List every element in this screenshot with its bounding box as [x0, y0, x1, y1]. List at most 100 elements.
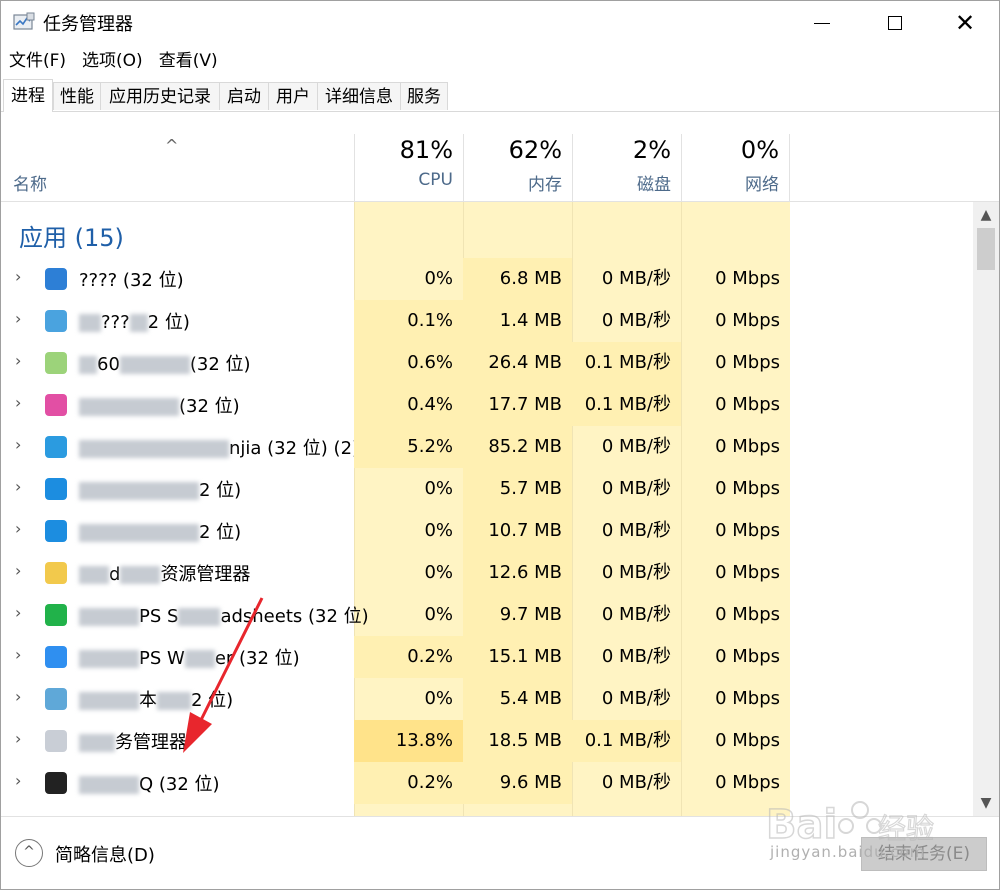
scroll-thumb[interactable] [977, 228, 995, 270]
cell-cpu: 0.1% [354, 300, 463, 342]
chevron-right-icon[interactable]: › [15, 771, 29, 791]
process-name: (32 位) [79, 392, 240, 418]
process-name: njia (32 位) (2) [79, 434, 359, 460]
chevron-right-icon[interactable]: › [15, 561, 29, 581]
process-name: d 资源管理器 [79, 560, 250, 586]
cell-net: 0 Mbps [715, 520, 780, 541]
process-name: PS W er (32 位) [79, 644, 300, 670]
close-icon: ✕ [954, 9, 976, 37]
table-row[interactable]: › 60 (32 位) 0.6% 26.4 MB 0.1 MB/秒 0 Mbps [1, 342, 973, 384]
watermark-brand: Bai [766, 802, 837, 848]
table-row[interactable]: › PS S adsheets (32 位) 0% 9.7 MB 0 MB/秒 0 Mbps [1, 594, 973, 636]
cell-disk: 0 MB/秒 [601, 478, 671, 499]
tab-details[interactable]: 详细信息 [317, 82, 401, 110]
table-row[interactable]: › njia (32 位) (2) 5.2% 85.2 MB 0 MB/秒 0 Mbps [1, 426, 973, 468]
process-name-text: (32 位) [179, 396, 240, 417]
table-row[interactable]: ›??? 2 位) 0.1% 1.4 MB 0 MB/秒 0 Mbps [1, 300, 973, 342]
process-name-text: 资源管理器 [160, 564, 251, 585]
table-row[interactable]: › ???? (32 位) 0% 6.8 MB 0 MB/秒 0 Mbps [1, 258, 973, 300]
menu-view[interactable]: 查看(V) [151, 46, 226, 76]
column-header-name[interactable]: 名称 [13, 170, 47, 195]
chevron-right-icon[interactable]: › [15, 519, 29, 539]
process-name-text: (32 位) [189, 354, 251, 375]
cell-mem: 9.7 MB [463, 594, 572, 636]
maximize-button[interactable] [860, 1, 930, 45]
tab-performance[interactable]: 性能 [53, 82, 101, 110]
app-icon [45, 772, 67, 794]
process-name: Q (32 位) [79, 770, 220, 796]
table-row[interactable]: › d 资源管理器 0% 12.6 MB 0 MB/秒 0 Mbps [1, 552, 973, 594]
chevron-right-icon[interactable]: › [15, 351, 29, 371]
tab-startup[interactable]: 启动 [219, 82, 269, 110]
column-header-cpu[interactable]: 81% CPU [354, 134, 463, 201]
cell-mem: 6.8 MB [463, 258, 572, 300]
process-name-text: 60 [97, 354, 120, 375]
chevron-right-icon[interactable]: › [15, 267, 29, 287]
minimize-button[interactable] [787, 1, 857, 45]
cell-disk: 0 MB/秒 [601, 772, 671, 793]
chevron-right-icon[interactable]: › [15, 645, 29, 665]
redacted-text [79, 734, 115, 752]
chevron-right-icon[interactable]: › [15, 393, 29, 413]
task-manager-window: 任务管理器 ✕ 文件(F) 选项(O) 查看(V) 进程 性能 应用历史记录 启… [0, 0, 1000, 890]
cell-net: 0 Mbps [715, 436, 780, 457]
app-icon [45, 646, 67, 668]
table-row[interactable]: › 2 位) 0% 5.7 MB 0 MB/秒 0 Mbps [1, 468, 973, 510]
fewer-details-link[interactable]: 简略信息(D) [55, 841, 155, 867]
chevron-right-icon[interactable]: › [15, 687, 29, 707]
process-list[interactable]: 应用 (15) › ???? (32 位) 0% 6.8 MB 0 MB/秒 0 Mbps… [1, 202, 999, 816]
chevron-right-icon[interactable]: › [15, 435, 29, 455]
scroll-down-icon[interactable]: ▼ [973, 790, 999, 816]
tab-users[interactable]: 用户 [268, 82, 318, 110]
close-button[interactable]: ✕ [930, 1, 999, 45]
cell-net: 0 Mbps [715, 688, 780, 709]
tab-processes[interactable]: 进程 [3, 79, 53, 112]
table-row[interactable]: › 2 位) 0% 10.7 MB 0 MB/秒 0 Mbps [1, 510, 973, 552]
redacted-text [79, 566, 109, 584]
window-title: 任务管理器 [43, 14, 133, 35]
cell-cpu: 0% [424, 268, 453, 289]
vertical-scrollbar[interactable]: ▲ ▼ [973, 202, 999, 816]
cell-cpu: 5.2% [354, 426, 463, 468]
process-name-text: ??? [101, 312, 130, 333]
cell-mem: 1.4 MB [463, 300, 572, 342]
menu-options[interactable]: 选项(O) [74, 46, 151, 76]
process-name-text: Q (32 位) [139, 774, 220, 795]
column-header-network[interactable]: 0% 网络 [681, 134, 790, 201]
process-name: ???? (32 位) [79, 266, 184, 292]
tab-services[interactable]: 服务 [400, 82, 448, 110]
scroll-up-icon[interactable]: ▲ [973, 202, 999, 228]
cpu-label: CPU [418, 170, 453, 190]
chevron-right-icon[interactable]: › [15, 477, 29, 497]
chevron-right-icon[interactable]: › [15, 603, 29, 623]
redacted-text [79, 314, 101, 332]
fewer-details-icon[interactable]: ^ [15, 839, 43, 867]
maximize-icon [888, 16, 902, 30]
cell-disk: 0.1 MB/秒 [572, 342, 681, 384]
memory-label: 内存 [528, 175, 562, 195]
process-name-text: d [109, 564, 121, 585]
chevron-right-icon[interactable]: › [15, 729, 29, 749]
menu-file[interactable]: 文件(F) [1, 46, 74, 76]
table-row[interactable]: › (32 位) 0.4% 17.7 MB 0.1 MB/秒 0 Mbps [1, 384, 973, 426]
cell-disk: 0 MB/秒 [601, 646, 671, 667]
chevron-right-icon[interactable]: › [15, 309, 29, 329]
column-header-memory[interactable]: 62% 内存 [463, 134, 572, 201]
table-row[interactable]: › PS W er (32 位) 0.2% 15.1 MB 0 MB/秒 0 Mbps [1, 636, 973, 678]
table-row[interactable]: › 本 2 位) 0% 5.4 MB 0 MB/秒 0 Mbps [1, 678, 973, 720]
cell-mem: 12.6 MB [463, 552, 572, 594]
app-icon [45, 562, 67, 584]
table-row[interactable]: › 务管理器 13.8% 18.5 MB 0.1 MB/秒 0 Mbps [1, 720, 973, 762]
process-name: 务管理器 [79, 728, 187, 754]
process-name-text: er (32 位) [214, 648, 300, 669]
app-icon [45, 352, 67, 374]
network-total-percent: 0% [740, 136, 779, 164]
column-header-disk[interactable]: 2% 磁盘 [572, 134, 681, 201]
sort-ascending-icon: ^ [165, 136, 179, 155]
process-name-text: ???? (32 位) [79, 270, 184, 291]
process-name-text: 2 位) [191, 690, 234, 711]
cpu-total-percent: 81% [399, 136, 453, 164]
process-name: PS S adsheets (32 位) [79, 602, 369, 628]
cell-cpu: 0% [424, 562, 453, 583]
tab-app-history[interactable]: 应用历史记录 [100, 82, 220, 110]
